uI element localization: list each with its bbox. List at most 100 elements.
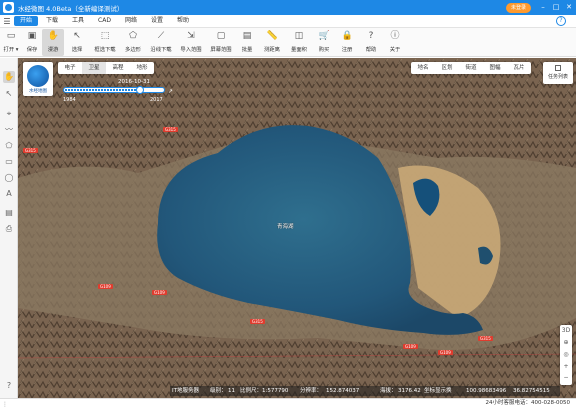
line-download-button[interactable]: ⟋ 沿线下载	[146, 29, 176, 56]
menu-item-help[interactable]: 帮助	[171, 16, 195, 26]
menu-item-start[interactable]: 开始	[14, 16, 39, 26]
tab-tiles[interactable]: 瓦片	[507, 62, 531, 74]
compass-icon[interactable]: ⊕	[560, 339, 572, 346]
rectangle-tool-icon[interactable]: ▭	[3, 156, 15, 168]
level-value: 11	[228, 388, 235, 394]
road-sign: G109	[403, 344, 418, 349]
about-button[interactable]: ⓘ 关于	[384, 29, 406, 56]
measure-area-button[interactable]: ◫ 量面积	[286, 29, 312, 56]
tab-place-names[interactable]: 地名	[411, 62, 435, 74]
window-title: 水经微图 4.0Beta（全新编译测试）	[18, 4, 124, 13]
tab-map-sheet[interactable]: 图幅	[483, 62, 507, 74]
menu-item-settings[interactable]: 设置	[145, 16, 169, 26]
login-button[interactable]: 未登录	[506, 3, 531, 13]
menu-item-cad[interactable]: CAD	[92, 16, 117, 26]
area-icon: ◫	[294, 31, 304, 41]
circle-tool-icon[interactable]: ◯	[3, 172, 15, 184]
help-button[interactable]: ? 帮助	[358, 29, 384, 56]
tab-terrain[interactable]: 地形	[130, 62, 154, 74]
hand-icon: ✋	[47, 31, 59, 41]
help-circle-icon[interactable]: ?	[3, 380, 15, 392]
timeline-handle[interactable]	[136, 86, 145, 94]
overlay-tabs: 地名 区划 街道 图幅 瓦片	[411, 62, 531, 74]
timeline-slider[interactable]	[63, 86, 165, 94]
polygon-tool-icon[interactable]: ⬠	[3, 140, 15, 152]
timeline-current-date: 2016-10-31	[118, 79, 150, 85]
timeline-end-year: 2017	[150, 97, 163, 103]
zoom-in-icon[interactable]: +	[560, 363, 572, 370]
locate-icon[interactable]: ◎	[560, 351, 572, 358]
menu-bar: ☰ 开始 下载 工具 CAD 网络 设置 帮助 ?	[0, 15, 576, 28]
elevation-label: 海拔：	[380, 388, 397, 394]
pan-button[interactable]: ✋ 漫游	[42, 29, 64, 56]
task-list-icon	[555, 65, 561, 71]
tab-satellite[interactable]: 卫星	[82, 62, 106, 74]
open-button[interactable]: ▭ 打开 ▾	[0, 29, 22, 56]
buy-button[interactable]: 🛒 购买	[312, 29, 336, 56]
road-sign: G315	[478, 336, 493, 341]
resolution-value: 152.874037	[326, 388, 360, 394]
map-view[interactable]: 青海湖 G315 G315 G109 G109 G315 G109 G109 G…	[18, 58, 576, 398]
road-sign: G315	[23, 148, 38, 153]
tab-elevation[interactable]: 高程	[106, 62, 130, 74]
measure-distance-button[interactable]: 📏 测距离	[258, 29, 286, 56]
menu-item-tools[interactable]: 工具	[66, 16, 90, 26]
road-sign: G109	[152, 290, 167, 295]
save-button[interactable]: ▣ 保存	[22, 29, 42, 56]
save-icon: ▣	[27, 31, 37, 41]
task-list-button[interactable]: 任务列表	[543, 62, 573, 84]
menu-item-download[interactable]: 下载	[40, 16, 64, 26]
zoom-out-icon[interactable]: −	[560, 374, 572, 381]
select-tool-icon[interactable]: ↖	[3, 88, 15, 100]
tab-streets[interactable]: 街道	[459, 62, 483, 74]
batch-icon: ▤	[242, 31, 252, 41]
road-sign: G109	[98, 284, 113, 289]
map-logo[interactable]: 水经地图	[23, 62, 53, 96]
map-source-tabs: 电子 卫星 高程 地形	[58, 62, 154, 74]
main-menu-icon[interactable]: ☰	[0, 17, 14, 26]
zoom-controls: 3D ⊕ ◎ + −	[560, 325, 572, 385]
elevation-value: 3176.42	[398, 388, 421, 394]
line-download-icon: ⟋	[157, 31, 165, 41]
scale-label: 比例尺：	[240, 388, 263, 394]
screen-icon: ▢	[216, 31, 226, 41]
timeline-play-icon[interactable]: ↗	[168, 88, 173, 95]
box-download-icon: ⬚	[100, 31, 110, 41]
menu-item-network[interactable]: 网络	[119, 16, 143, 26]
text-tool-icon[interactable]: A	[3, 188, 15, 200]
tab-admin-division[interactable]: 区划	[435, 62, 459, 74]
lock-icon: 🔒	[341, 31, 353, 41]
help-icon: ?	[368, 31, 374, 41]
close-icon[interactable]: ✕	[563, 0, 575, 15]
import-range-button[interactable]: ⇲ 导入范围	[176, 29, 206, 56]
road-sign: G315	[163, 127, 178, 132]
import-icon: ⇲	[187, 31, 195, 41]
grip-icon: ⋮	[2, 401, 8, 408]
batch-button[interactable]: ▤ 批量	[236, 29, 258, 56]
resolution-label: 分辨率：	[300, 388, 323, 394]
level-label: 级别：	[210, 388, 227, 394]
print-tool-icon[interactable]: ⎙	[3, 223, 15, 235]
register-button[interactable]: 🔒 注册	[336, 29, 358, 56]
marker-tool-icon[interactable]: ⌖	[3, 108, 15, 120]
help-question-icon[interactable]: ?	[556, 16, 566, 26]
unit-note[interactable]: 坐标显示换	[424, 386, 452, 396]
tab-electronic[interactable]: 电子	[58, 62, 82, 74]
minimize-icon[interactable]: –	[537, 0, 549, 15]
road-sign: G315	[250, 319, 265, 324]
polygon-download-button[interactable]: ⬠ 多边形	[120, 29, 146, 56]
3d-view-icon[interactable]: 3D	[560, 327, 572, 334]
lake-label: 青海湖	[277, 224, 294, 230]
select-button[interactable]: ↖ 选择	[64, 29, 90, 56]
map-service: IT地服务器	[172, 388, 199, 394]
box-download-button[interactable]: ⬚ 框选下载	[90, 29, 120, 56]
cart-icon: 🛒	[318, 31, 330, 41]
pan-tool-icon[interactable]: ✋	[3, 71, 15, 83]
latitude-value: 36.82754515	[513, 388, 550, 394]
screen-range-button[interactable]: ▢ 屏幕范围	[206, 29, 236, 56]
satellite-imagery	[18, 58, 576, 398]
layers-tool-icon[interactable]: ▤	[3, 207, 15, 219]
polyline-tool-icon[interactable]: 〰	[3, 124, 15, 136]
ruler-icon: 📏	[266, 31, 278, 41]
maximize-icon[interactable]: □	[550, 0, 562, 15]
